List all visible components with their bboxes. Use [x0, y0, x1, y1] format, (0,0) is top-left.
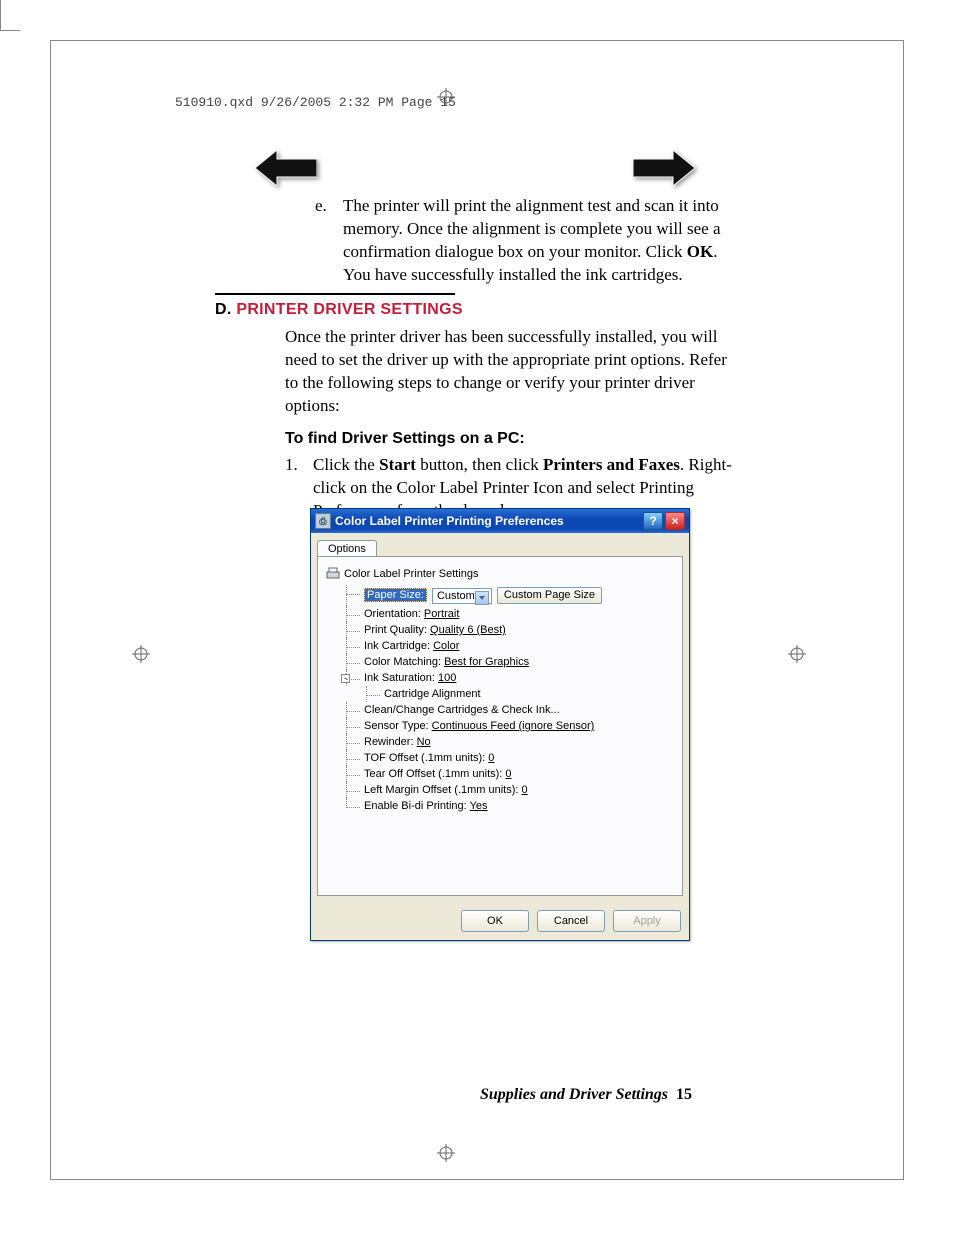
- tree-item[interactable]: Orientation: Portrait: [336, 606, 674, 622]
- registration-mark-icon: [132, 645, 150, 663]
- tree-item[interactable]: Sensor Type: Continuous Feed (ignore Sen…: [336, 718, 674, 734]
- printing-preferences-dialog: ⎙ Color Label Printer Printing Preferenc…: [310, 508, 690, 941]
- tree-item[interactable]: Ink Cartridge: Color: [336, 638, 674, 654]
- options-panel: Color Label Printer Settings Paper Size:…: [317, 556, 683, 896]
- tree-item-label: Ink Saturation:: [364, 672, 438, 684]
- section-heading: D. PRINTER DRIVER SETTINGS: [215, 299, 735, 321]
- tree-item[interactable]: Cartridge Alignment: [336, 686, 674, 702]
- help-button[interactable]: ?: [643, 512, 663, 530]
- tree-item-value[interactable]: Color: [433, 640, 459, 652]
- tree-item-label: Sensor Type:: [364, 720, 432, 732]
- paper-size-dropdown[interactable]: Custom: [432, 588, 492, 604]
- tree-item-value[interactable]: Yes: [470, 800, 488, 812]
- tree-item-label: Tear Off Offset (.1mm units):: [364, 768, 505, 780]
- tree-item-label: TOF Offset (.1mm units):: [364, 752, 488, 764]
- tree-item[interactable]: Rewinder: No: [336, 734, 674, 750]
- crop-mark-icon: [0, 30, 20, 31]
- dialog-footer: OK Cancel Apply: [311, 902, 689, 940]
- tree-item-label: Print Quality:: [364, 624, 430, 636]
- cancel-button[interactable]: Cancel: [537, 910, 605, 932]
- arrow-right-icon[interactable]: [633, 150, 695, 191]
- tree-item-label: Left Margin Offset (.1mm units):: [364, 784, 522, 796]
- divider: [215, 293, 455, 295]
- tree-item-label: Clean/Change Cartridges & Check Ink...: [364, 704, 560, 716]
- tree-item[interactable]: - Ink Saturation: 100: [336, 670, 674, 686]
- tree-item-label: Orientation:: [364, 608, 424, 620]
- tree-item-value[interactable]: 0: [522, 784, 528, 796]
- tree-item-value[interactable]: 0: [488, 752, 494, 764]
- tree-item-value[interactable]: No: [417, 736, 431, 748]
- arrow-left-icon[interactable]: [255, 150, 317, 191]
- tree-root[interactable]: Color Label Printer Settings: [326, 567, 674, 581]
- list-item-text: The printer will print the alignment tes…: [343, 195, 735, 287]
- list-marker: e.: [315, 195, 343, 287]
- intro-paragraph: Once the printer driver has been success…: [285, 326, 735, 418]
- settings-tree: Paper Size: Custom Custom Page Size Orie…: [336, 585, 674, 814]
- tree-item-paper-size[interactable]: Paper Size: Custom Custom Page Size: [336, 585, 674, 606]
- sub-heading: To find Driver Settings on a PC:: [285, 428, 735, 450]
- tree-item-value[interactable]: Quality 6 (Best): [430, 624, 506, 636]
- tree-item-value[interactable]: Portrait: [424, 608, 459, 620]
- registration-mark-icon: [788, 645, 806, 663]
- custom-page-size-button[interactable]: Custom Page Size: [497, 587, 602, 604]
- registration-mark-icon: [437, 88, 455, 106]
- tree-item[interactable]: Enable Bi-di Printing: Yes: [336, 798, 674, 814]
- list-item-e: e. The printer will print the alignment …: [215, 195, 735, 287]
- tree-item-value[interactable]: 0: [505, 768, 511, 780]
- tree-item-label: Rewinder:: [364, 736, 417, 748]
- tree-item[interactable]: Clean/Change Cartridges & Check Ink...: [336, 702, 674, 718]
- crop-mark-icon: [0, 0, 1, 30]
- tree-item[interactable]: TOF Offset (.1mm units): 0: [336, 750, 674, 766]
- slug-line: 510910.qxd 9/26/2005 2:32 PM Page 15: [175, 95, 456, 110]
- tree-item-label: Ink Cartridge:: [364, 640, 433, 652]
- ok-button[interactable]: OK: [461, 910, 529, 932]
- list-marker: 1.: [285, 454, 313, 523]
- tree-item-value[interactable]: 100: [438, 672, 456, 684]
- tree-item[interactable]: Tear Off Offset (.1mm units): 0: [336, 766, 674, 782]
- dialog-title: Color Label Printer Printing Preferences: [335, 514, 564, 528]
- collapse-icon[interactable]: -: [341, 674, 350, 683]
- dialog-titlebar[interactable]: ⎙ Color Label Printer Printing Preferenc…: [311, 509, 689, 533]
- page-footer: Supplies and Driver Settings 15: [480, 1086, 692, 1104]
- registration-mark-icon: [437, 1144, 455, 1162]
- printer-icon: [326, 567, 340, 581]
- apply-button[interactable]: Apply: [613, 910, 681, 932]
- tab-options[interactable]: Options: [317, 540, 377, 557]
- tree-item-label: Cartridge Alignment: [384, 688, 481, 700]
- tree-item[interactable]: Print Quality: Quality 6 (Best): [336, 622, 674, 638]
- tree-item-value[interactable]: Continuous Feed (ignore Sensor): [432, 720, 595, 732]
- close-button[interactable]: ×: [665, 512, 685, 530]
- tree-item[interactable]: Color Matching: Best for Graphics: [336, 654, 674, 670]
- printer-icon: ⎙: [315, 513, 331, 529]
- tree-item-value[interactable]: Best for Graphics: [444, 656, 529, 668]
- tree-item[interactable]: Left Margin Offset (.1mm units): 0: [336, 782, 674, 798]
- tree-item-label: Enable Bi-di Printing:: [364, 800, 470, 812]
- tree-item-label: Color Matching:: [364, 656, 444, 668]
